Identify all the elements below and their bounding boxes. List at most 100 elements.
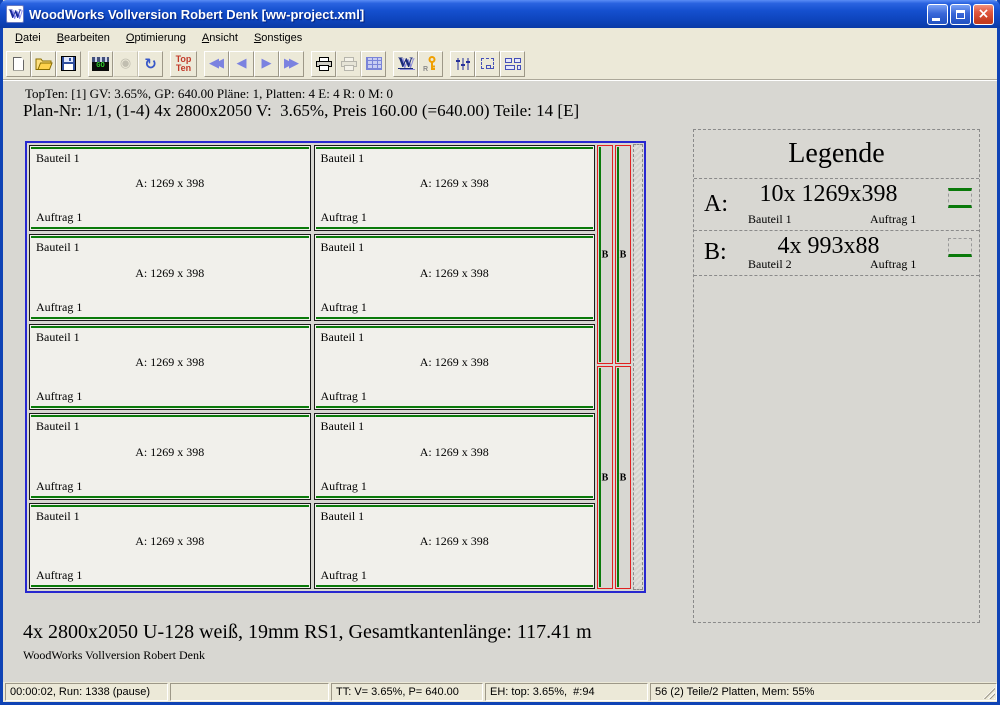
- legend-qty-dim: 10x 1269x398: [734, 181, 923, 208]
- status-memory: 56 (2) Teile/2 Platten, Mem: 55%: [650, 683, 997, 701]
- part-b-strip[interactable]: B: [615, 145, 631, 364]
- maximize-icon: [956, 10, 965, 19]
- part-a-cell[interactable]: Bauteil 1 A: 1269 x 398 Auftrag 1: [29, 503, 311, 589]
- edge-band-bottom: [31, 227, 309, 229]
- part-order: Auftrag 1: [36, 300, 82, 315]
- legend-order: Auftrag 1: [870, 212, 916, 227]
- last-plan-button[interactable]: ▶▶: [279, 51, 304, 77]
- first-icon: ◀◀: [209, 56, 224, 71]
- go-clapper-icon: GO: [92, 57, 109, 71]
- legend-panel: Legende A: 10x 1269x398 Bauteil 1 Auftra…: [693, 129, 980, 623]
- license-button[interactable]: R: [418, 51, 443, 77]
- part-a-cell[interactable]: Bauteil 1 A: 1269 x 398 Auftrag 1: [314, 324, 596, 410]
- table-grid-icon: [366, 57, 382, 70]
- menu-bearbeiten[interactable]: Bearbeiten: [49, 30, 118, 46]
- status-runtime: 00:00:02, Run: 1338 (pause): [5, 683, 168, 701]
- part-dimension: A: 1269 x 398: [315, 176, 595, 191]
- part-b-strip[interactable]: B: [597, 366, 613, 589]
- edge-band-bottom: [31, 585, 309, 587]
- part-dimension: A: 1269 x 398: [30, 534, 310, 549]
- record-icon: ◉: [120, 56, 131, 71]
- edge-band-top: [31, 147, 309, 149]
- part-order: Auftrag 1: [321, 389, 367, 404]
- app-window: W WoodWorks Vollversion Robert Denk [ww-…: [0, 0, 1000, 705]
- part-dimension: A: 1269 x 398: [30, 445, 310, 460]
- menu-datei[interactable]: Datei: [7, 30, 49, 46]
- part-order: Auftrag 1: [36, 568, 82, 583]
- status-empty: [170, 683, 329, 701]
- part-order: Auftrag 1: [36, 389, 82, 404]
- maximize-button[interactable]: [950, 4, 971, 25]
- layout-view-button[interactable]: [500, 51, 525, 77]
- app-logo-icon: W: [6, 5, 24, 23]
- woodworks-info-button[interactable]: W: [393, 51, 418, 77]
- edge-band-bottom: [31, 406, 309, 408]
- client-area: TopTen: [1] GV: 3.65%, GP: 640.00 Pläne:…: [3, 80, 997, 682]
- part-a-cell[interactable]: Bauteil 1 A: 1269 x 398 Auftrag 1: [29, 413, 311, 499]
- start-optimization-button[interactable]: GO: [88, 51, 113, 77]
- part-b-strip[interactable]: B: [597, 145, 613, 364]
- restart-button[interactable]: ↻: [138, 51, 163, 77]
- top-ten-label: Top Ten: [176, 55, 192, 73]
- title-bar[interactable]: W WoodWorks Vollversion Robert Denk [ww-…: [0, 0, 1000, 28]
- part-a-cell[interactable]: Bauteil 1 A: 1269 x 398 Auftrag 1: [314, 234, 596, 320]
- close-button[interactable]: ×: [973, 4, 994, 25]
- menu-sonstiges[interactable]: Sonstiges: [246, 30, 310, 46]
- legend-part: Bauteil 1: [748, 212, 792, 227]
- printer-icon: [315, 57, 333, 71]
- resize-grip[interactable]: [983, 687, 995, 699]
- part-dimension: A: 1269 x 398: [315, 355, 595, 370]
- new-file-button[interactable]: [6, 51, 31, 77]
- selection-mode-button[interactable]: [475, 51, 500, 77]
- next-plan-button[interactable]: ▶: [254, 51, 279, 77]
- print-preview-button: [336, 51, 361, 77]
- open-file-button[interactable]: [31, 51, 56, 77]
- minimize-button[interactable]: [927, 4, 948, 25]
- part-b-strip[interactable]: B: [615, 366, 631, 589]
- parameters-button[interactable]: [450, 51, 475, 77]
- part-b-label: B: [598, 249, 612, 260]
- previous-plan-button[interactable]: ◀: [229, 51, 254, 77]
- save-button[interactable]: [56, 51, 81, 77]
- menu-bar: Datei Bearbeiten Optimierung Ansicht Son…: [3, 28, 997, 48]
- menu-optimierung[interactable]: Optimierung: [118, 30, 194, 46]
- table-view-button[interactable]: [361, 51, 386, 77]
- edge-band-bottom: [316, 227, 594, 229]
- part-name: Bauteil 1: [321, 240, 365, 255]
- next-icon: ▶: [262, 56, 272, 71]
- part-name: Bauteil 1: [321, 419, 365, 434]
- part-a-cell[interactable]: Bauteil 1 A: 1269 x 398 Auftrag 1: [29, 324, 311, 410]
- edge-banding-b-icon: [948, 238, 972, 257]
- edge-band-top: [31, 326, 309, 328]
- cutting-plan: Bauteil 1 A: 1269 x 398 Auftrag 1 Bautei…: [25, 141, 646, 593]
- part-order: Auftrag 1: [36, 479, 82, 494]
- part-order: Auftrag 1: [321, 568, 367, 583]
- part-a-cell[interactable]: Bauteil 1 A: 1269 x 398 Auftrag 1: [29, 145, 311, 231]
- legend-row-b: B: 4x 993x88 Bauteil 2 Auftrag 1: [694, 231, 979, 276]
- part-a-cell[interactable]: Bauteil 1 A: 1269 x 398 Auftrag 1: [314, 145, 596, 231]
- part-name: Bauteil 1: [36, 151, 80, 166]
- part-a-cell[interactable]: Bauteil 1 A: 1269 x 398 Auftrag 1: [314, 413, 596, 499]
- first-plan-button[interactable]: ◀◀: [204, 51, 229, 77]
- waste-strip: [633, 144, 643, 590]
- edge-band-top: [316, 236, 594, 238]
- plan-header: Plan-Nr: 1/1, (1-4) 4x 2800x2050 V: 3.65…: [23, 101, 579, 121]
- part-name: Bauteil 1: [36, 509, 80, 524]
- print-button[interactable]: [311, 51, 336, 77]
- part-a-cell[interactable]: Bauteil 1 A: 1269 x 398 Auftrag 1: [29, 234, 311, 320]
- material-summary: 4x 2800x2050 U-128 weiß, 19mm RS1, Gesam…: [23, 621, 592, 644]
- part-name: Bauteil 1: [321, 151, 365, 166]
- new-document-icon: [13, 57, 24, 71]
- top-ten-button[interactable]: Top Ten: [170, 51, 197, 77]
- part-dimension: A: 1269 x 398: [30, 176, 310, 191]
- part-dimension: A: 1269 x 398: [315, 534, 595, 549]
- legend-row-a: A: 10x 1269x398 Bauteil 1 Auftrag 1: [694, 179, 979, 231]
- edge-band-top: [316, 505, 594, 507]
- edge-band-bottom: [316, 406, 594, 408]
- part-name: Bauteil 1: [36, 240, 80, 255]
- part-a-cell[interactable]: Bauteil 1 A: 1269 x 398 Auftrag 1: [314, 503, 596, 589]
- part-dimension: A: 1269 x 398: [315, 266, 595, 281]
- status-bar: 00:00:02, Run: 1338 (pause) TT: V= 3.65%…: [3, 682, 997, 702]
- menu-ansicht[interactable]: Ansicht: [194, 30, 246, 46]
- layout-icon: [505, 58, 521, 70]
